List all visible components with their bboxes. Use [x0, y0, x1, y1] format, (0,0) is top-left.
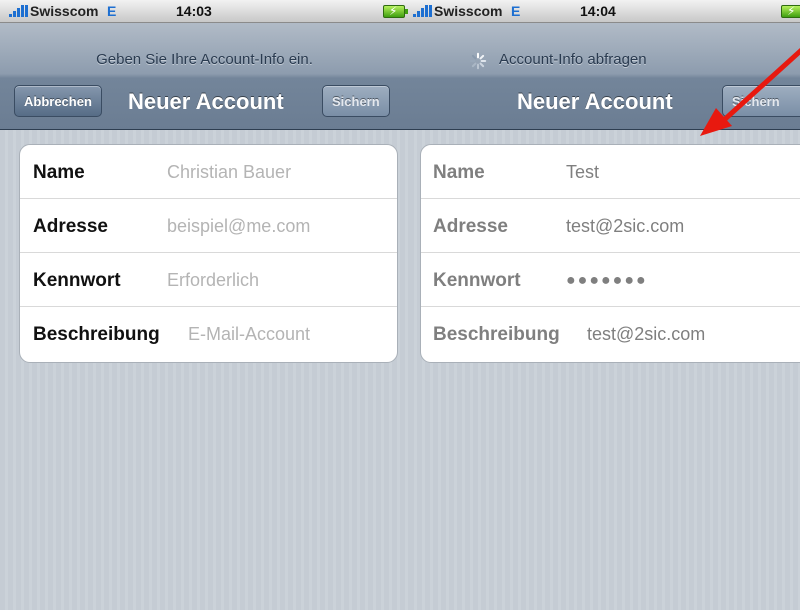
address-label: Adresse [33, 216, 108, 237]
password-label: Kennwort [33, 270, 121, 291]
address-label: Adresse [433, 216, 508, 237]
email-field[interactable]: beispiel@me.com [167, 216, 310, 237]
name-field[interactable]: Christian Bauer [167, 162, 291, 183]
screen-left: Swisscom E 14:03 ⚡ Geben Sie Ihre Accoun… [0, 0, 409, 610]
description-field[interactable]: test@2sic.com [587, 324, 705, 345]
status-time: 14:03 [176, 3, 212, 19]
name-label: Name [433, 162, 485, 183]
carrier-name: Swisscom [30, 3, 99, 19]
form-row-password[interactable]: Kennwort Erforderlich [20, 253, 397, 307]
form-row-name[interactable]: Name Test [421, 145, 800, 199]
navigation-bar: Geben Sie Ihre Account-Info ein. Abbrech… [0, 23, 409, 130]
save-button[interactable]: Sichern [722, 85, 800, 117]
account-form: Name Test Adresse test@2sic.com Kennwort… [420, 144, 800, 363]
cancel-button[interactable]: Abbrechen [14, 85, 102, 117]
password-label: Kennwort [433, 270, 521, 291]
form-row-description[interactable]: Beschreibung test@2sic.com [421, 307, 800, 362]
content-area: Name Christian Bauer Adresse beispiel@me… [0, 130, 409, 610]
page-title: Neuer Account [128, 89, 284, 114]
battery-charging-icon: ⚡ [383, 4, 408, 18]
description-label: Beschreibung [433, 324, 560, 345]
form-row-address[interactable]: Adresse beispiel@me.com [20, 199, 397, 253]
form-row-description[interactable]: Beschreibung E-Mail-Account [20, 307, 397, 362]
network-type: E [107, 3, 117, 19]
screen-right: Swisscom E 14:04 ⚡ Account-Info abfragen… [409, 0, 800, 610]
page-title: Neuer Account [517, 89, 673, 114]
description-label: Beschreibung [33, 324, 160, 345]
password-field[interactable]: Erforderlich [167, 270, 259, 291]
name-label: Name [33, 162, 85, 183]
save-button[interactable]: Sichern [322, 85, 390, 117]
form-row-password[interactable]: Kennwort ●●●●●●● [421, 253, 800, 307]
signal-strength-icon [9, 5, 29, 17]
status-time: 14:04 [580, 3, 616, 19]
email-field[interactable]: test@2sic.com [566, 216, 684, 237]
name-field[interactable]: Test [566, 162, 599, 183]
status-bar: Swisscom E 14:03 ⚡ [0, 0, 409, 23]
form-row-name[interactable]: Name Christian Bauer [20, 145, 397, 199]
battery-charging-icon: ⚡ [781, 4, 800, 18]
nav-prompt: Geben Sie Ihre Account-Info ein. [96, 51, 313, 68]
network-type: E [511, 3, 521, 19]
signal-strength-icon [413, 5, 433, 17]
password-field[interactable]: ●●●●●●● [566, 272, 648, 290]
description-field[interactable]: E-Mail-Account [188, 324, 310, 345]
status-bar: Swisscom E 14:04 ⚡ [409, 0, 800, 23]
nav-prompt: Account-Info abfragen [499, 51, 647, 68]
account-form: Name Christian Bauer Adresse beispiel@me… [19, 144, 398, 363]
form-row-address[interactable]: Adresse test@2sic.com [421, 199, 800, 253]
carrier-name: Swisscom [434, 3, 503, 19]
content-area: Name Test Adresse test@2sic.com Kennwort… [409, 130, 800, 610]
navigation-bar: Account-Info abfragen Neuer Account Sich… [409, 23, 800, 130]
loading-spinner-icon [469, 52, 487, 70]
